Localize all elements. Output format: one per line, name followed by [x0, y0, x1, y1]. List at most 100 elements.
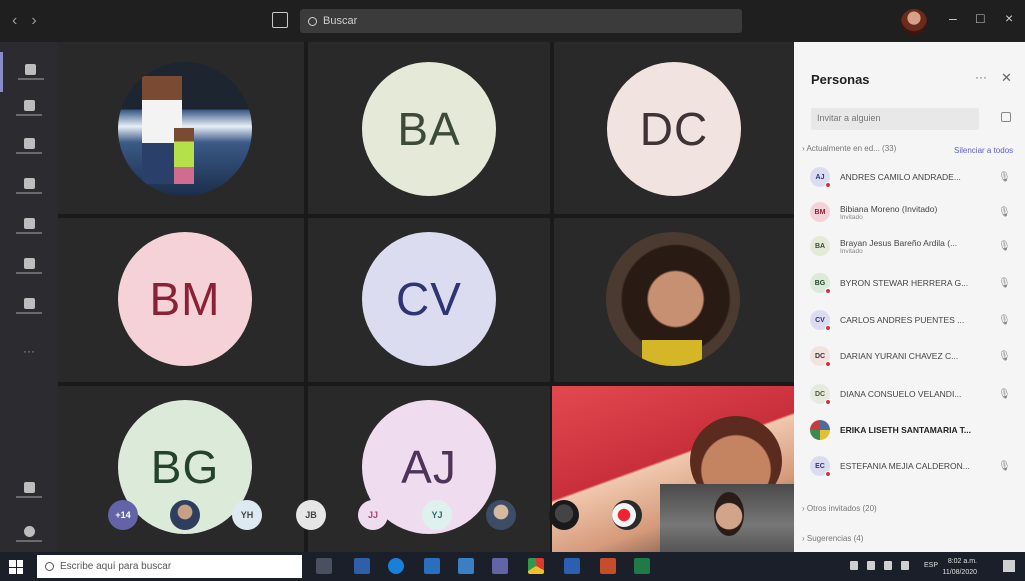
participant-photo — [606, 232, 740, 366]
invite-input[interactable]: Invitar a alguien — [811, 108, 979, 130]
mic-muted-icon: 🎙 — [998, 314, 1011, 326]
participant-row[interactable]: BA Brayan Jesus Bareño Ardila (... Invita… — [810, 232, 1020, 260]
maximize-button[interactable]: □ — [976, 10, 984, 26]
close-button[interactable]: × — [1005, 10, 1013, 26]
participant-row[interactable]: AJ ANDRES CAMILO ANDRADE... 🎙 — [810, 163, 1020, 191]
participant-avatar-small[interactable] — [612, 500, 642, 530]
participant-name: Bibiana Moreno (Invitado) — [840, 203, 938, 214]
calendar-icon — [23, 218, 35, 229]
status-dot — [825, 325, 831, 331]
search-placeholder: Buscar — [323, 15, 358, 27]
participant-avatar: DC — [810, 384, 831, 405]
overflow-participants-count[interactable]: +14 — [108, 500, 138, 530]
self-view-video[interactable] — [660, 484, 794, 552]
powerpoint-icon[interactable] — [600, 558, 616, 574]
minimize-button[interactable]: – — [949, 10, 957, 26]
participant-avatar: BM — [810, 202, 830, 222]
bell-icon — [25, 64, 36, 75]
search-icon — [45, 562, 54, 571]
file-explorer-icon[interactable] — [354, 558, 370, 574]
close-panel-icon[interactable]: ✕ — [1001, 70, 1012, 86]
rail-item-apps[interactable] — [0, 470, 58, 510]
participant-avatar — [810, 420, 830, 440]
excel-icon[interactable] — [634, 558, 650, 574]
mic-muted-icon: 🎙 — [998, 460, 1011, 472]
participant-avatar: DC — [607, 62, 741, 196]
forward-arrow-icon[interactable]: › — [31, 12, 36, 30]
rail-item-help[interactable] — [0, 514, 58, 554]
participant-avatar-small[interactable] — [549, 500, 579, 530]
section-other-guests-label: Otros invitados (20) — [806, 504, 877, 513]
notifications-icon[interactable] — [1003, 560, 1015, 572]
more-options-icon[interactable]: ··· — [975, 70, 987, 84]
participant-row[interactable]: ERIKA LISETH SANTAMARIA T... — [810, 416, 1020, 444]
participant-name: Brayan Jesus Bareño Ardila (... — [840, 237, 958, 248]
photos-icon[interactable] — [458, 558, 474, 574]
mic-muted-icon: 🎙 — [998, 240, 1011, 252]
word-icon[interactable] — [564, 558, 580, 574]
section-other-guests[interactable]: › Otros invitados (20) — [802, 504, 877, 513]
rail-item-assignments[interactable] — [0, 166, 58, 206]
chrome-icon[interactable] — [528, 558, 544, 574]
participant-row[interactable]: DC DARIAN YURANI CHAVEZ C... 🎙 — [810, 342, 1020, 370]
microphone-icon[interactable] — [867, 561, 875, 570]
language-indicator[interactable]: ESP — [924, 562, 938, 569]
rail-item-calls[interactable] — [0, 246, 58, 286]
mic-muted-icon: 🎙 — [998, 206, 1011, 218]
clock[interactable]: 8:02 a.m. 11/08/2020 — [942, 556, 977, 578]
back-arrow-icon[interactable]: ‹ — [12, 12, 17, 30]
share-invite-icon[interactable] — [1001, 112, 1011, 122]
new-chat-icon[interactable] — [272, 12, 288, 28]
taskbar-search-placeholder: Escribe aquí para buscar — [60, 561, 172, 572]
rail-item-chat[interactable] — [0, 88, 58, 128]
participant-avatar: DC — [810, 346, 831, 367]
battery-icon[interactable] — [884, 561, 892, 570]
rail-item-activity[interactable] — [0, 52, 58, 92]
participant-avatar-small[interactable]: JB — [296, 500, 326, 530]
rail-item-calendar[interactable] — [0, 206, 58, 246]
participant-row[interactable]: BG BYRON STEWAR HERRERA G... 🎙 — [810, 269, 1020, 297]
participant-row[interactable]: EC ESTEFANIA MEJIA CALDERON... 🎙 — [810, 452, 1020, 480]
section-in-meeting[interactable]: › Actualmente en ed... (33) — [802, 144, 896, 153]
search-input[interactable]: Buscar — [300, 9, 742, 33]
participant-row[interactable]: BM Bibiana Moreno (Invitado) Invitado 🎙 — [810, 198, 1020, 226]
mic-muted-icon: 🎙 — [998, 171, 1011, 183]
participant-avatar-small[interactable] — [170, 500, 200, 530]
windows-start-icon[interactable] — [9, 560, 23, 574]
volume-icon[interactable] — [901, 561, 909, 570]
participant-avatar-small[interactable]: YJ — [422, 500, 452, 530]
section-in-meeting-label: Actualmente en ed... (33) — [806, 144, 897, 153]
participant-name: ANDRES CAMILO ANDRADE... — [840, 172, 961, 182]
status-dot — [825, 399, 831, 405]
teams-taskbar-icon[interactable] — [492, 558, 508, 574]
participant-avatar: BA — [362, 62, 496, 196]
section-suggestions[interactable]: › Sugerencias (4) — [802, 534, 863, 543]
taskbar-search-input[interactable]: Escribe aquí para buscar — [37, 555, 302, 578]
rail-item-files[interactable] — [0, 286, 58, 326]
participant-avatar: BG — [810, 273, 831, 294]
edge-icon[interactable] — [388, 558, 404, 574]
participant-row[interactable]: DC DIANA CONSUELO VELANDI... 🎙 — [810, 380, 1020, 408]
participant-avatar: EC — [810, 456, 831, 477]
chevron-up-icon[interactable] — [850, 561, 858, 570]
participant-avatar-small[interactable]: JJ — [358, 500, 388, 530]
store-icon[interactable] — [424, 558, 440, 574]
chat-icon — [23, 100, 35, 111]
rail-item-teams[interactable] — [0, 126, 58, 166]
assignments-icon — [23, 178, 35, 189]
participant-avatar-small[interactable] — [486, 500, 516, 530]
participant-avatar: BA — [810, 236, 830, 256]
status-dot — [825, 182, 831, 188]
more-apps-icon[interactable]: ··· — [0, 344, 58, 358]
user-avatar[interactable] — [901, 9, 927, 35]
participant-avatar: CV — [810, 310, 831, 331]
participant-name: DIANA CONSUELO VELANDI... — [840, 389, 962, 399]
participant-row[interactable]: CV CARLOS ANDRES PUENTES ... 🎙 — [810, 306, 1020, 334]
participant-name: DARIAN YURANI CHAVEZ C... — [840, 351, 959, 361]
section-suggestions-label: Sugerencias (4) — [806, 534, 864, 543]
mute-all-link[interactable]: Silenciar a todos — [954, 146, 1013, 155]
task-view-icon[interactable] — [316, 558, 332, 574]
participant-avatar-small[interactable]: YH — [232, 500, 262, 530]
files-icon — [23, 298, 35, 309]
teams-icon — [23, 138, 35, 149]
